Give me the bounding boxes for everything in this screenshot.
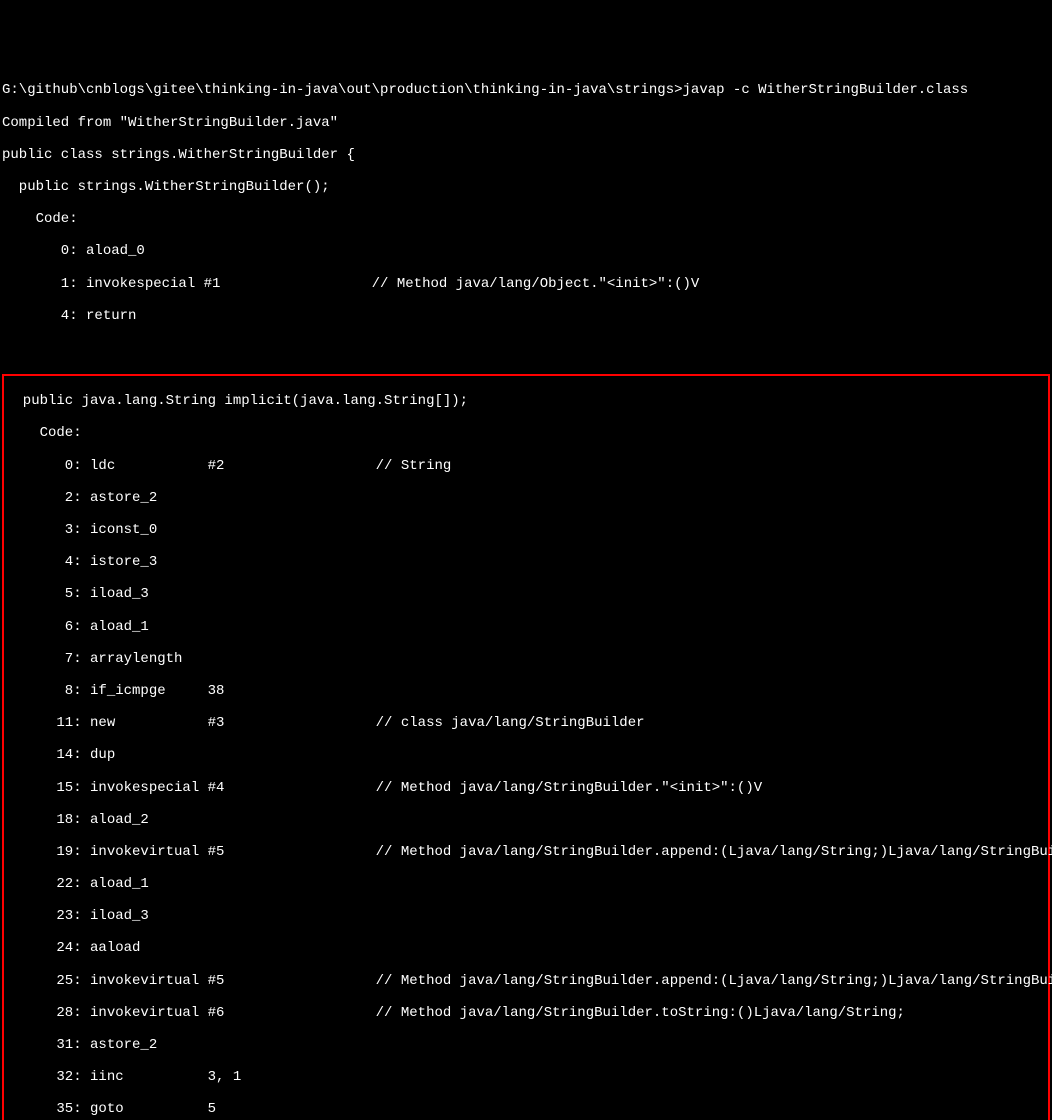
bytecode-line: 35: goto 5 (6, 1101, 1046, 1117)
code-label: Code: (2, 211, 1050, 227)
highlighted-method-box: public java.lang.String implicit(java.la… (2, 374, 1050, 1120)
bytecode-line: 18: aload_2 (6, 812, 1046, 828)
bytecode-line: 28: invokevirtual #6 // Method java/lang… (6, 1005, 1046, 1021)
code-label: Code: (6, 425, 1046, 441)
bytecode-line: 32: iinc 3, 1 (6, 1069, 1046, 1085)
bytecode-line: 25: invokevirtual #5 // Method java/lang… (6, 973, 1046, 989)
bytecode-line: 4: istore_3 (6, 554, 1046, 570)
bytecode-line: 22: aload_1 (6, 876, 1046, 892)
bytecode-line: 4: return (2, 308, 1050, 324)
bytecode-line: 0: ldc #2 // String (6, 458, 1046, 474)
bytecode-line: 7: arraylength (6, 651, 1046, 667)
bytecode-line: 14: dup (6, 747, 1046, 763)
method-signature-line: public java.lang.String implicit(java.la… (6, 393, 1046, 409)
bytecode-line: 0: aload_0 (2, 243, 1050, 259)
terminal-output: G:\github\cnblogs\gitee\thinking-in-java… (2, 66, 1050, 622)
bytecode-line: 1: invokespecial #1 // Method java/lang/… (2, 276, 1050, 292)
bytecode-line: 15: invokespecial #4 // Method java/lang… (6, 780, 1046, 796)
bytecode-line: 2: astore_2 (6, 490, 1046, 506)
bytecode-line: 31: astore_2 (6, 1037, 1046, 1053)
bytecode-line: 11: new #3 // class java/lang/StringBuil… (6, 715, 1046, 731)
class-declaration-line: public class strings.WitherStringBuilder… (2, 147, 1050, 163)
command-prompt-line: G:\github\cnblogs\gitee\thinking-in-java… (2, 82, 1050, 98)
bytecode-line: 19: invokevirtual #5 // Method java/lang… (6, 844, 1046, 860)
bytecode-line: 8: if_icmpge 38 (6, 683, 1046, 699)
bytecode-line: 23: iload_3 (6, 908, 1046, 924)
constructor-signature-line: public strings.WitherStringBuilder(); (2, 179, 1050, 195)
bytecode-line: 3: iconst_0 (6, 522, 1046, 538)
bytecode-line: 24: aaload (6, 940, 1046, 956)
blank-line (2, 340, 1050, 356)
bytecode-line: 5: iload_3 (6, 586, 1046, 602)
compiled-from-line: Compiled from "WitherStringBuilder.java" (2, 115, 1050, 131)
bytecode-line: 6: aload_1 (6, 619, 1046, 635)
